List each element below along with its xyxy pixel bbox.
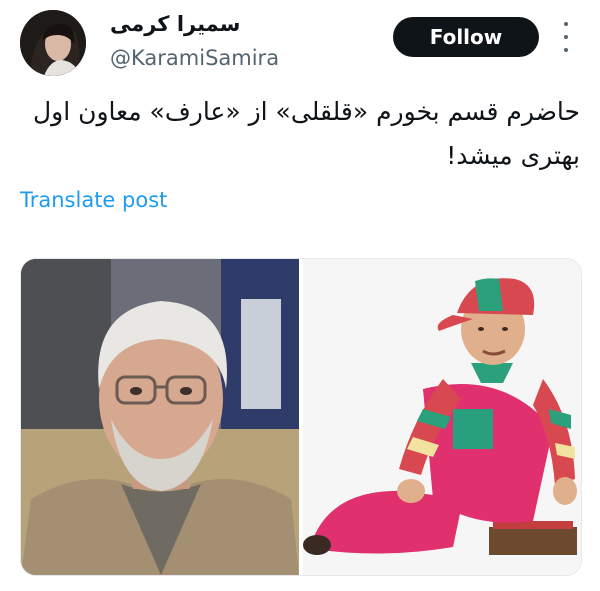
author-display-name[interactable]: سمیرا کرمی bbox=[110, 12, 240, 36]
follow-button[interactable]: Follow bbox=[393, 17, 539, 57]
author-handle[interactable]: @KaramiSamira bbox=[110, 46, 279, 70]
avatar-photo bbox=[20, 10, 86, 76]
dot bbox=[564, 22, 568, 26]
media-grid bbox=[20, 258, 582, 576]
post-text: حاضرم قسم بخورم «قلقلی» از «عارف» معاون … bbox=[20, 90, 580, 178]
translate-post-link[interactable]: Translate post bbox=[20, 188, 167, 212]
photo-clown-costume[interactable] bbox=[303, 259, 581, 575]
dot bbox=[564, 35, 568, 39]
photo-gray-haired-man[interactable] bbox=[21, 259, 299, 575]
post-text-line: بهتری میشد! bbox=[446, 141, 580, 170]
more-vertical-icon[interactable] bbox=[560, 22, 572, 52]
avatar[interactable] bbox=[20, 10, 86, 76]
post-text-line: حاضرم قسم بخورم «قلقلی» از «عارف» معاون … bbox=[32, 97, 580, 126]
dot bbox=[564, 48, 568, 52]
